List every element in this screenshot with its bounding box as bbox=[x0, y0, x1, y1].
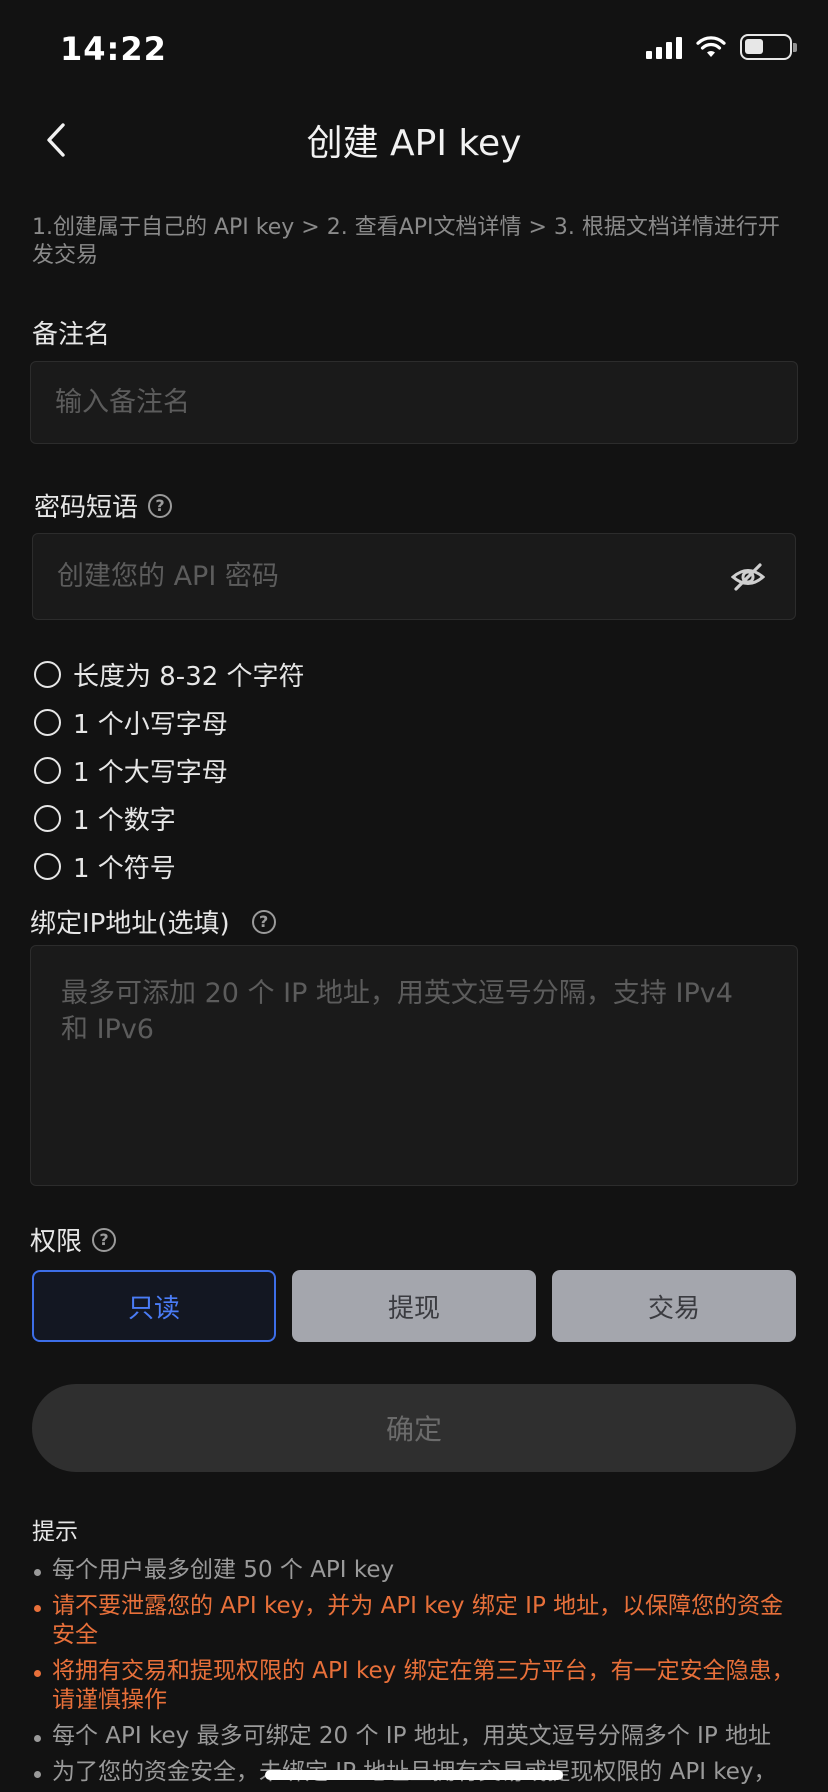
permission-trade[interactable]: 交易 bbox=[552, 1270, 796, 1342]
status-time: 14:22 bbox=[60, 30, 167, 68]
rule-text: 长度为 8-32 个字符 bbox=[73, 662, 305, 692]
permissions-label-text: 权限 bbox=[30, 1227, 83, 1257]
rule-check-icon bbox=[34, 853, 61, 880]
remark-input[interactable] bbox=[30, 361, 798, 444]
rule-check-icon bbox=[34, 805, 61, 832]
rule-check-icon bbox=[34, 757, 61, 784]
eye-off-icon bbox=[731, 563, 765, 591]
steps-guide: 1.创建属于自己的 API key > 2. 查看API文档详情 > 3. 根据… bbox=[32, 215, 780, 268]
permissions-label: 权限 ? bbox=[30, 1221, 117, 1258]
signal-icon bbox=[646, 35, 682, 59]
ip-input[interactable] bbox=[30, 945, 798, 1186]
confirm-button[interactable]: 确定 bbox=[32, 1384, 796, 1472]
rule-symbol: 1 个符号 bbox=[34, 848, 176, 885]
rule-check-icon bbox=[34, 661, 61, 688]
page-title: 创建 API key bbox=[306, 123, 522, 164]
rule-check-icon bbox=[34, 709, 61, 736]
question-circle-icon[interactable]: ? bbox=[92, 1227, 117, 1252]
wifi-icon bbox=[696, 36, 726, 57]
status-icons bbox=[646, 34, 797, 60]
passphrase-label: 密码短语 ? bbox=[34, 487, 173, 524]
rule-text: 1 个数字 bbox=[73, 806, 176, 836]
rule-text: 1 个小写字母 bbox=[73, 710, 228, 740]
toggle-visibility-button[interactable] bbox=[728, 557, 768, 597]
permission-read-only[interactable]: 只读 bbox=[32, 1270, 276, 1342]
tips-list: 每个用户最多创建 50 个 API key 请不要泄露您的 API key，并为… bbox=[32, 1556, 802, 1792]
rule-length: 长度为 8-32 个字符 bbox=[34, 656, 305, 693]
rule-text: 1 个大写字母 bbox=[73, 758, 228, 788]
tip-item-warning: 请不要泄露您的 API key，并为 API key 绑定 IP 地址，以保障您… bbox=[32, 1592, 802, 1650]
tip-item-warning: 将拥有交易和提现权限的 API key 绑定在第三方平台，有一定安全隐患，请谨慎… bbox=[32, 1657, 802, 1715]
ip-label-text: 绑定IP地址(选填) bbox=[30, 909, 230, 939]
passphrase-input[interactable] bbox=[32, 533, 796, 620]
battery-icon bbox=[740, 34, 797, 60]
home-indicator bbox=[265, 1770, 563, 1780]
rule-text: 1 个符号 bbox=[73, 854, 176, 884]
rule-uppercase: 1 个大写字母 bbox=[34, 752, 228, 789]
remark-label-text: 备注名 bbox=[32, 320, 111, 350]
remark-label: 备注名 bbox=[32, 314, 110, 351]
ip-label: 绑定IP地址(选填) ? bbox=[30, 903, 276, 940]
question-circle-icon[interactable]: ? bbox=[251, 909, 276, 934]
tip-item: 每个 API key 最多可绑定 20 个 IP 地址，用英文逗号分隔多个 IP… bbox=[32, 1722, 802, 1751]
tips-title: 提示 bbox=[32, 1519, 78, 1545]
passphrase-label-text: 密码短语 bbox=[34, 493, 139, 523]
question-circle-icon[interactable]: ? bbox=[148, 493, 173, 518]
rule-lowercase: 1 个小写字母 bbox=[34, 704, 228, 741]
rule-number: 1 个数字 bbox=[34, 800, 176, 837]
tip-item: 每个用户最多创建 50 个 API key bbox=[32, 1556, 802, 1585]
permission-withdraw[interactable]: 提现 bbox=[292, 1270, 536, 1342]
